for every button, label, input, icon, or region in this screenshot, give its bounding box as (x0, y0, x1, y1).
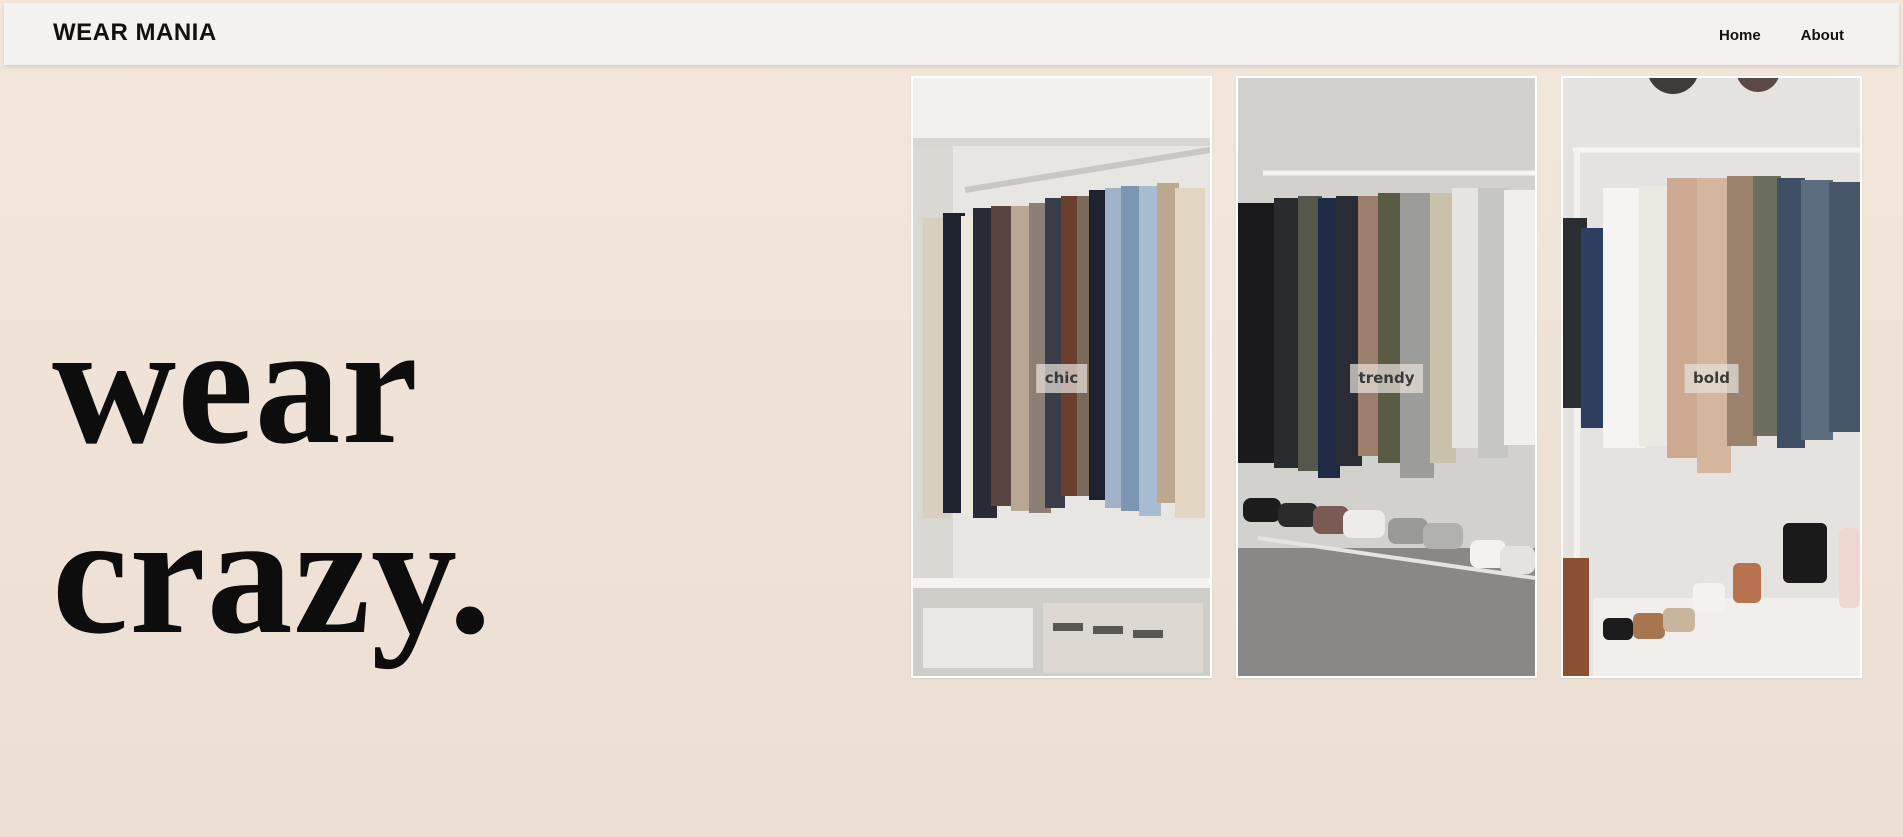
gallery-card-chic[interactable]: chic (911, 76, 1212, 678)
nav-link-about[interactable]: About (1801, 28, 1844, 43)
gallery-label-chic: chic (1035, 364, 1088, 393)
gallery-label-trendy: trendy (1349, 364, 1424, 393)
gallery-label-bold: bold (1684, 364, 1739, 393)
hero-headline: wear crazy. (52, 290, 493, 670)
top-navigation-bar: WEAR MANIA Home About (4, 3, 1899, 65)
hero-line-2: crazy. (52, 480, 493, 670)
brand-logo[interactable]: WEAR MANIA (53, 21, 217, 45)
main-nav: Home About (1719, 28, 1844, 43)
hero-line-1: wear (52, 290, 419, 480)
gallery-card-trendy[interactable]: trendy (1236, 76, 1537, 678)
gallery-card-bold[interactable]: bold (1561, 76, 1862, 678)
nav-link-home[interactable]: Home (1719, 28, 1761, 43)
